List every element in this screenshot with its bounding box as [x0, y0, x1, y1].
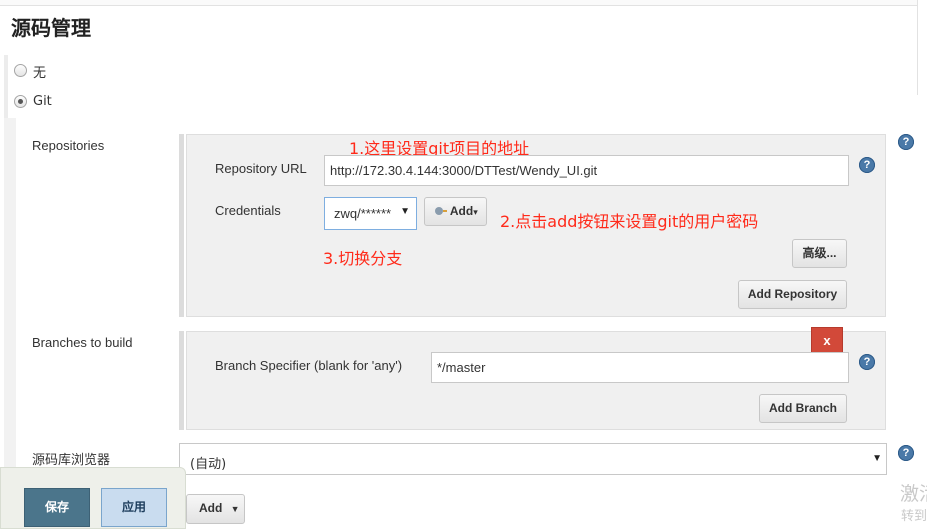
caret-icon: ▾ [473, 207, 478, 217]
scm-none-label[interactable]: 无 [33, 62, 46, 81]
watermark-line2: 转到 [901, 509, 927, 524]
annotation-credentials: 2.点击add按钮来设置git的用户密码 [500, 212, 759, 231]
section-title: 源码管理 [11, 16, 91, 40]
additional-behaviours-add-button[interactable]: Add ▼ [186, 494, 245, 524]
add-branch-button[interactable]: Add Branch [759, 394, 847, 423]
chevron-down-icon: ▼ [400, 206, 410, 217]
repository-url-help-icon[interactable]: ? [859, 157, 875, 173]
branches-label: Branches to build [32, 335, 133, 350]
scm-git-label[interactable]: Git [33, 94, 52, 109]
apply-button[interactable]: 应用 [101, 488, 167, 527]
scm-none-radio[interactable] [14, 64, 27, 77]
repositories-panel-bar [179, 134, 184, 317]
caret-down-icon: ▼ [230, 504, 240, 514]
repo-browser-value: (自动) [190, 457, 227, 472]
repo-browser-label: 源码库浏览器 [32, 453, 111, 468]
additional-add-label: Add [199, 501, 223, 515]
delete-branch-button[interactable]: x [811, 327, 843, 354]
advanced-button[interactable]: 高级... [792, 239, 847, 268]
top-divider [0, 0, 917, 6]
credentials-value: zwq/****** [334, 206, 392, 221]
key-icon [435, 207, 443, 215]
repo-browser-help-icon[interactable]: ? [898, 445, 914, 461]
chevron-down-icon: ▼ [872, 453, 882, 464]
credentials-select[interactable]: zwq/****** ▼ [324, 197, 417, 230]
watermark-line1: 激活 [900, 483, 927, 505]
branch-specifier-input[interactable]: */master [431, 352, 849, 383]
add-repository-button[interactable]: Add Repository [738, 280, 847, 309]
save-button[interactable]: 保存 [24, 488, 90, 527]
right-divider [917, 0, 918, 95]
repository-url-input[interactable]: http://172.30.4.144:3000/DTTest/Wendy_UI… [324, 155, 849, 186]
branches-panel-bar [179, 331, 184, 430]
git-indent-bar [4, 118, 16, 527]
branch-specifier-label: Branch Specifier (blank for 'any') [215, 358, 403, 373]
repo-browser-select[interactable]: (自动) ▼ [179, 443, 887, 475]
annotation-branch: 3.切换分支 [323, 249, 403, 268]
branch-specifier-help-icon[interactable]: ? [859, 354, 875, 370]
credentials-add-button[interactable]: Add▾ [424, 197, 487, 226]
repositories-label: Repositories [32, 138, 105, 153]
repository-url-label: Repository URL [215, 161, 307, 176]
credentials-add-label: Add [449, 204, 474, 218]
scm-git-radio[interactable] [14, 95, 27, 108]
credentials-label: Credentials [215, 203, 281, 218]
repositories-help-icon[interactable]: ? [898, 134, 914, 150]
